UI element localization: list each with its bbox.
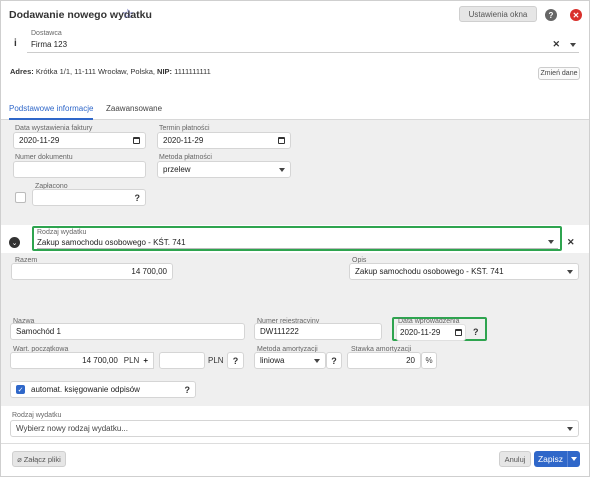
- attach-files-button[interactable]: ⌀ Załącz pliki: [12, 451, 66, 467]
- calendar-icon[interactable]: [455, 329, 462, 336]
- help-icon[interactable]: ?: [473, 327, 479, 337]
- new-expense-label: Rodzaj wydatku: [12, 412, 62, 419]
- auto-booking-row[interactable]: ✓ automat. księgowanie odpisów ?: [10, 381, 196, 398]
- help-icon[interactable]: ?: [135, 193, 141, 203]
- supplier-address: Adres: Krótka 1/1, 11-111 Wrocław, Polsk…: [10, 67, 211, 76]
- supplier-label: Dostawca: [31, 30, 62, 37]
- paperclip-icon: ⌀: [17, 454, 22, 464]
- tab-basic-info[interactable]: Podstawowe informacje: [9, 104, 94, 120]
- info-icon: i: [14, 38, 17, 49]
- supplier-value: Firma 123: [31, 40, 68, 49]
- paid-input[interactable]: ?: [32, 189, 146, 206]
- remove-expense-icon[interactable]: ✕: [567, 237, 575, 248]
- tab-advanced[interactable]: Zaawansowane: [106, 104, 162, 113]
- expense-type-label: Rodzaj wydatku: [37, 229, 87, 236]
- paid-checkbox[interactable]: [15, 192, 26, 203]
- currency-label: PLN: [208, 356, 224, 365]
- new-expense-select[interactable]: Wybierz nowy rodzaj wydatku...: [10, 420, 579, 437]
- help-icon[interactable]: ?: [227, 352, 244, 369]
- issue-date-label: Data wystawienia faktury: [15, 125, 93, 132]
- calendar-icon[interactable]: [133, 137, 140, 144]
- payment-method-label: Metoda płatności: [159, 154, 212, 161]
- window-settings-button[interactable]: Ustawienia okna: [459, 6, 537, 22]
- footer-divider: [1, 443, 589, 444]
- chevron-down-icon[interactable]: [568, 457, 580, 461]
- method-select[interactable]: liniowa: [254, 352, 326, 369]
- name-input[interactable]: Samochód 1: [10, 323, 245, 340]
- rate-input[interactable]: 20: [347, 352, 421, 369]
- save-button[interactable]: Zapisz: [534, 451, 580, 467]
- chevron-down-icon: [314, 358, 320, 363]
- supplier-select[interactable]: Firma 123 ✕: [27, 37, 579, 53]
- favorite-star-icon[interactable]: ☆: [122, 6, 134, 22]
- cancel-button[interactable]: Anuluj: [499, 451, 531, 467]
- issue-date-input[interactable]: 2020-11-29: [13, 132, 146, 149]
- clear-icon[interactable]: ✕: [552, 39, 560, 50]
- collapse-chevron-icon[interactable]: ⌄: [9, 237, 20, 248]
- description-select[interactable]: Zakup samochodu osobowego - KŚT. 741: [349, 263, 579, 280]
- expense-type-select[interactable]: Zakup samochodu osobowego - KŚT. 741: [37, 236, 558, 249]
- chevron-down-icon[interactable]: [570, 42, 576, 47]
- close-icon[interactable]: ✕: [570, 9, 582, 21]
- payment-method-select[interactable]: przelew: [157, 161, 291, 178]
- entry-date-input[interactable]: 2020-11-29: [396, 324, 466, 341]
- total-input[interactable]: 14 700,00: [11, 263, 173, 280]
- calendar-icon[interactable]: [278, 137, 285, 144]
- percent-label: %: [421, 352, 437, 369]
- chevron-down-icon: [279, 167, 285, 172]
- due-date-input[interactable]: 2020-11-29: [157, 132, 291, 149]
- help-icon[interactable]: ?: [185, 385, 191, 395]
- doc-number-input[interactable]: [13, 161, 146, 178]
- plus-label: +: [143, 356, 148, 365]
- change-data-button[interactable]: Zmień dane: [538, 67, 580, 80]
- initial-value-input[interactable]: 14 700,00 PLN +: [10, 352, 154, 369]
- chevron-down-icon: [567, 269, 573, 274]
- chevron-down-icon: [548, 240, 554, 244]
- help-icon[interactable]: ?: [326, 352, 342, 369]
- expense-dialog: Dodawanie nowego wydatku ☆ Ustawienia ok…: [0, 0, 590, 477]
- chevron-down-icon: [567, 426, 573, 431]
- extra-value-input[interactable]: [159, 352, 205, 369]
- due-date-label: Termin płatności: [159, 125, 210, 132]
- doc-number-label: Numer dokumentu: [15, 154, 73, 161]
- registration-input[interactable]: DW111222: [254, 323, 382, 340]
- help-icon[interactable]: ?: [545, 9, 557, 21]
- check-icon[interactable]: ✓: [16, 385, 25, 394]
